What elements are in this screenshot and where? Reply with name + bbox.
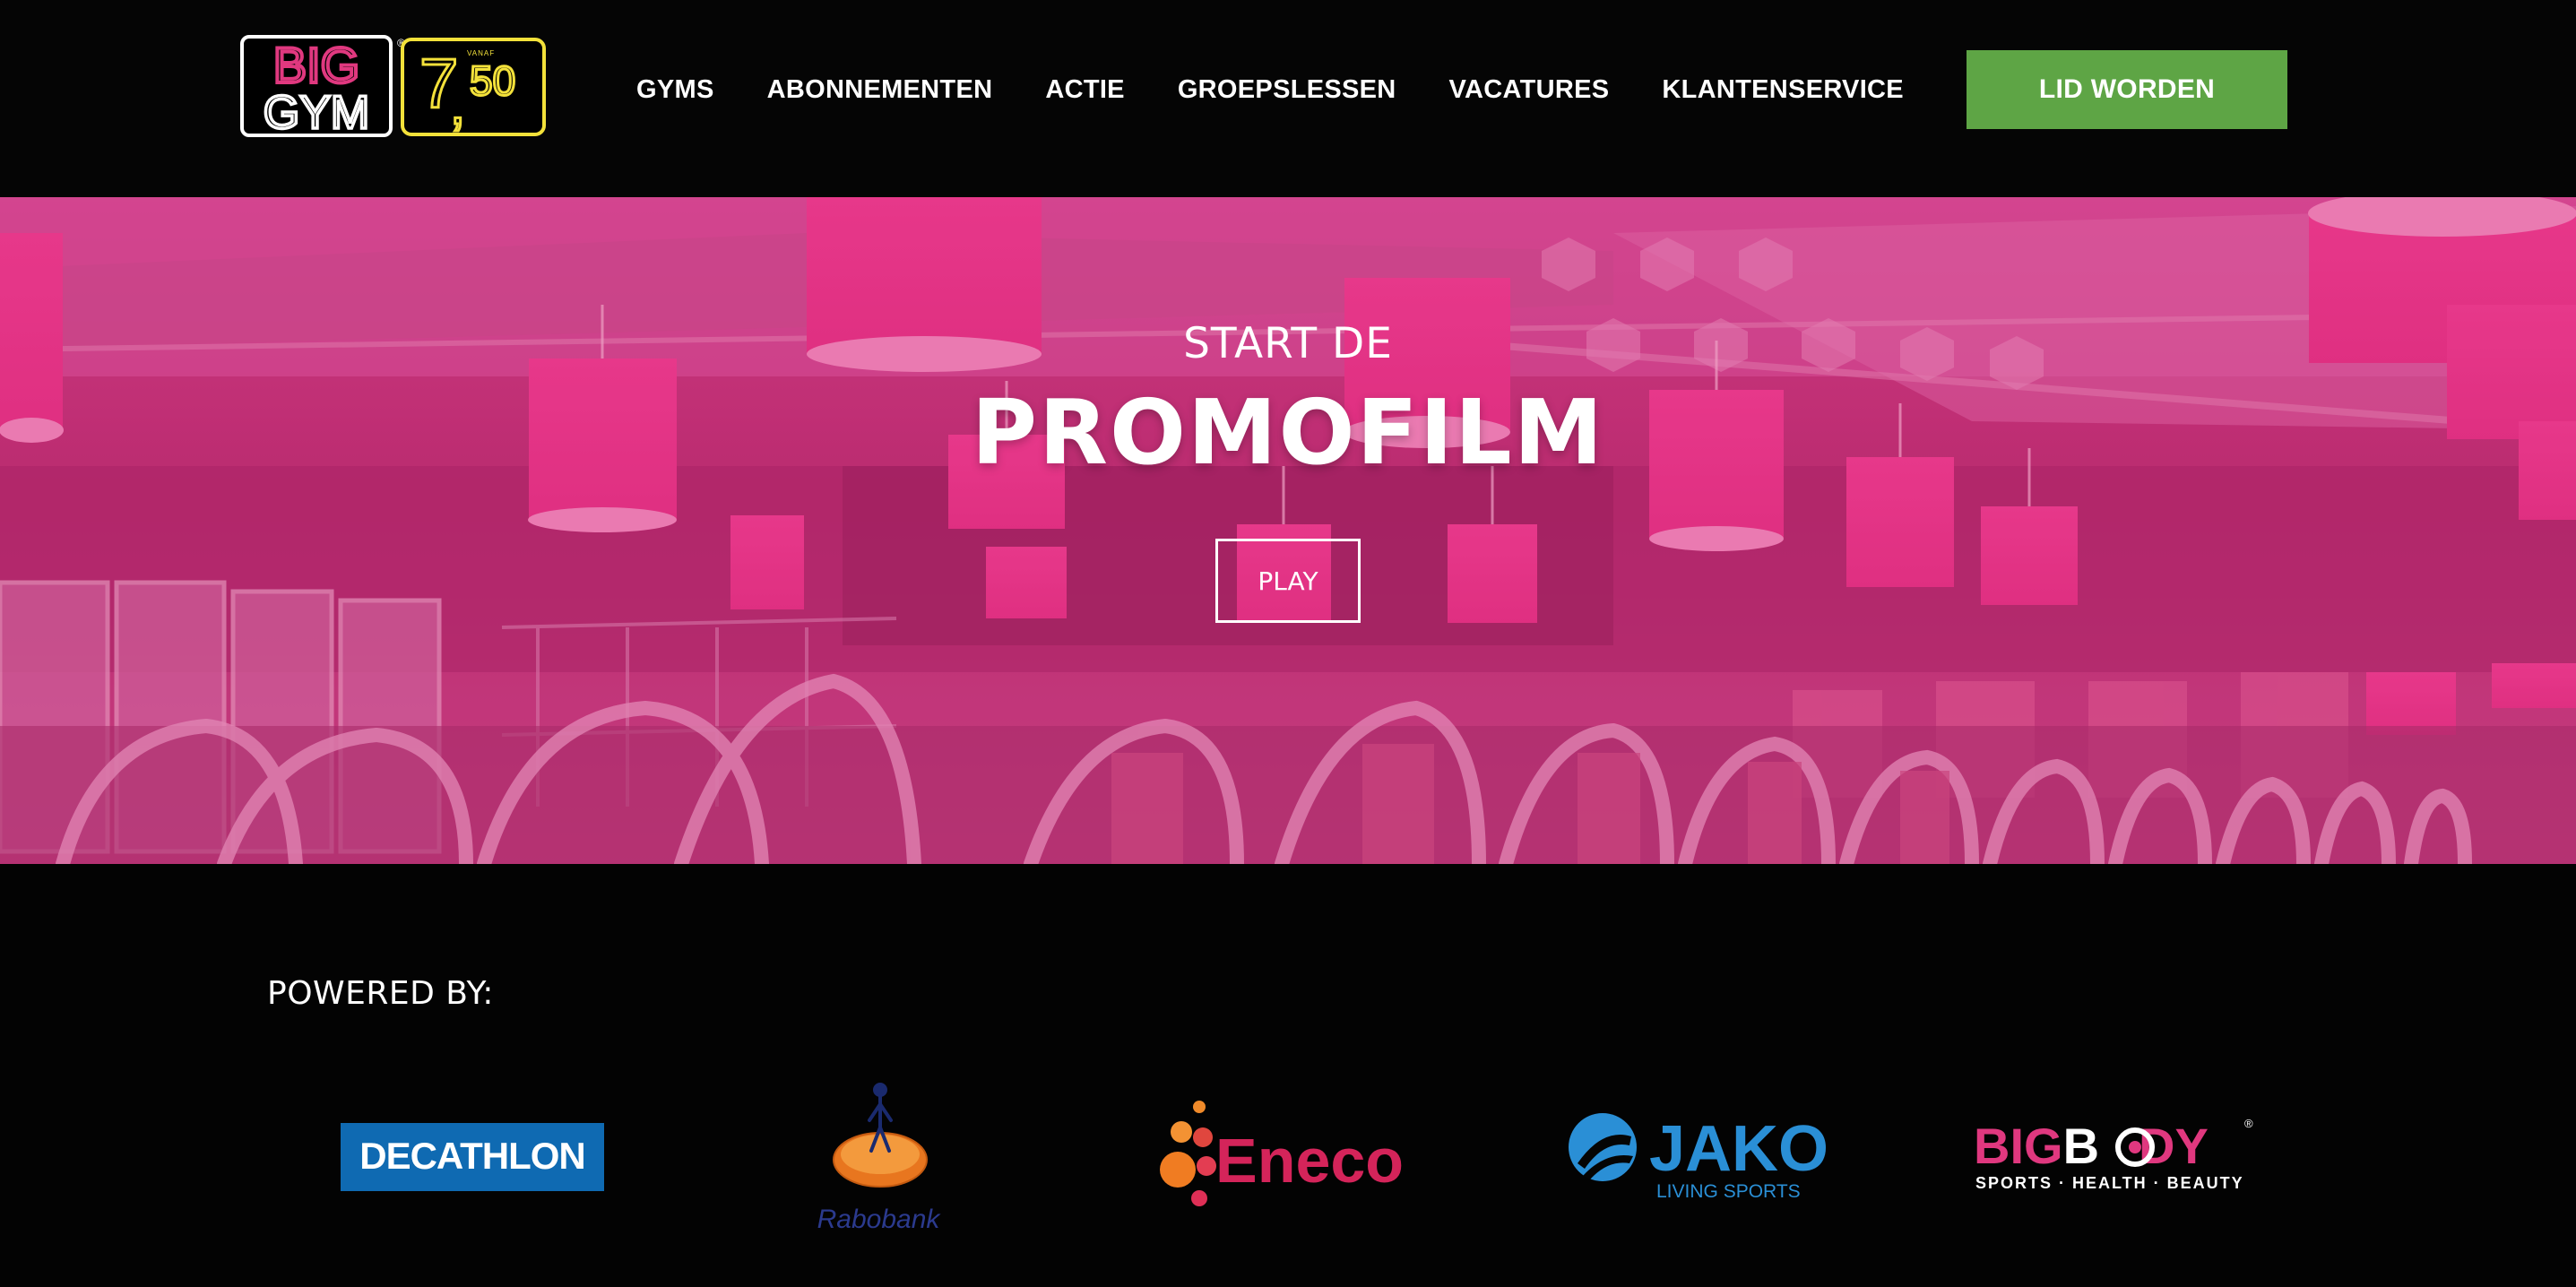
sponsor-rabobank-logo[interactable]: Rabobank	[789, 1077, 968, 1243]
hero-subtitle: START DE	[1183, 319, 1393, 368]
gym-interior-background	[0, 197, 2576, 864]
play-button[interactable]: PLAY	[1215, 539, 1361, 623]
site-header: BIG GYM ® VANAF 7 , 50 GYMS ABONNEMENTEN…	[0, 0, 2576, 197]
jako-tagline: LIVING SPORTS	[1656, 1181, 1801, 1202]
nav-gyms[interactable]: GYMS	[636, 75, 714, 105]
bigbody-b-text: B	[2063, 1118, 2099, 1174]
bigbody-registered-mark: ®	[2244, 1117, 2253, 1130]
logo-price-separator: ,	[450, 74, 465, 136]
sponsor-decathlon-logo[interactable]: DECATHLON	[341, 1123, 604, 1196]
eneco-logo-graphic: Eneco	[1160, 1101, 1404, 1206]
decathlon-text: DECATHLON	[359, 1135, 585, 1177]
bigbody-big-text: BIG	[1974, 1118, 2063, 1174]
bigsgym-logo[interactable]: BIG GYM ® VANAF 7 , 50	[238, 32, 549, 141]
rabobank-text: Rabobank	[817, 1205, 942, 1234]
logo-big-text: BIG	[273, 37, 359, 93]
logo-price-cents: 50	[470, 57, 515, 104]
bigbody-tagline: SPORTS · HEALTH · BEAUTY	[1975, 1174, 2244, 1192]
nav-actie[interactable]: ACTIE	[1045, 75, 1125, 105]
main-nav: GYMS ABONNEMENTEN ACTIE GROEPSLESSEN VAC…	[636, 70, 1904, 109]
nav-groepslessen[interactable]: GROEPSLESSEN	[1178, 75, 1396, 105]
promo-hero: START DE PROMOFILM PLAY	[0, 197, 2576, 864]
jako-text: JAKO	[1649, 1113, 1828, 1185]
logo-gym-text: GYM	[264, 87, 369, 139]
nav-vacatures[interactable]: VACATURES	[1449, 75, 1610, 105]
sponsor-jako-logo[interactable]: JAKO LIVING SPORTS	[1567, 1110, 1836, 1209]
powered-by-heading: POWERED BY:	[267, 975, 494, 1012]
logo-graphic: BIG GYM ® VANAF 7 , 50	[240, 35, 546, 141]
nav-abonnementen[interactable]: ABONNEMENTEN	[767, 75, 993, 105]
eneco-text: Eneco	[1215, 1126, 1404, 1196]
svg-text:BIGBDY: BIGB DY	[1974, 1118, 2209, 1174]
decathlon-logo-graphic: DECATHLON	[341, 1123, 604, 1191]
hero-title: PROMOFILM	[971, 380, 1605, 485]
sponsor-bigbody-logo[interactable]: BIGB DY ® SPORTS · HEALTH · BEAUTY	[1972, 1117, 2259, 1202]
nav-klantenservice[interactable]: KLANTENSERVICE	[1662, 75, 1904, 105]
sponsor-eneco-logo[interactable]: Eneco	[1156, 1098, 1425, 1219]
rabobank-logo-graphic: Rabobank	[817, 1083, 942, 1234]
logo-vanaf-text: VANAF	[467, 49, 495, 57]
bigbody-dy-text: DY	[2139, 1118, 2209, 1174]
lid-worden-button[interactable]: LID WORDEN	[1967, 50, 2287, 129]
bigbody-logo-graphic: BIGB DY ® SPORTS · HEALTH · BEAUTY	[1974, 1117, 2253, 1192]
jako-logo-graphic: JAKO LIVING SPORTS	[1569, 1113, 1828, 1202]
